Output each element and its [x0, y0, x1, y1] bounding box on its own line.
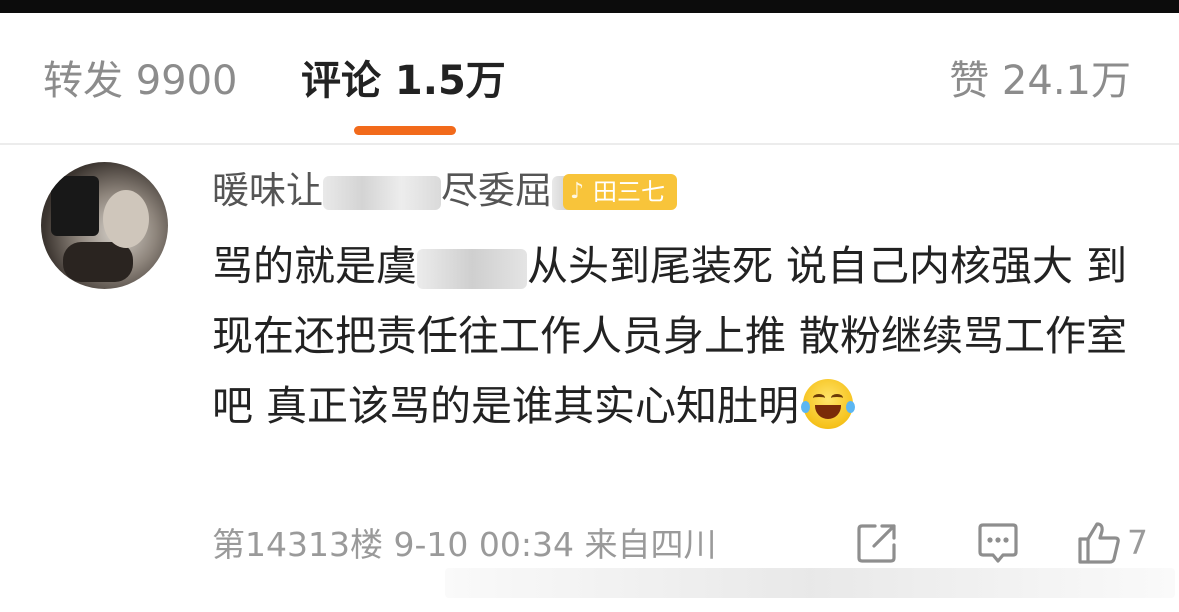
tab-repost[interactable]: 转发 9900	[43, 57, 238, 105]
comment-text-part: 骂的就是虞	[212, 242, 417, 290]
comment-text: 骂的就是虞 从头到尾装死 说自己内核强大 到现在还把责任往工作人员身上推 散粉继续…	[212, 231, 1132, 441]
tab-bar: 转发 9900 评论 1.5万 赞 24.1万	[0, 13, 1179, 143]
avatar-shape	[51, 176, 99, 236]
avatar-shape	[63, 242, 133, 282]
emoji-mouth	[815, 405, 842, 419]
badge-leaf-icon: ♪	[570, 179, 585, 204]
fan-badge-label: 田三七	[593, 178, 665, 206]
fan-badge[interactable]: ♪ 田三七	[563, 174, 677, 210]
reply-button[interactable]	[974, 519, 1024, 569]
thumbs-up-icon	[1078, 522, 1120, 564]
emoji-tear	[846, 401, 856, 413]
emoji-eye	[813, 394, 826, 402]
username-visible-part: 暖味让	[212, 169, 323, 212]
like-count: 7	[1127, 523, 1148, 562]
like-button[interactable]	[1075, 519, 1125, 569]
share-icon	[857, 524, 896, 563]
username[interactable]: 暖味让 尽委屈	[212, 169, 596, 213]
top-bezel	[0, 0, 1179, 13]
tab-comments[interactable]: 评论 1.5万	[301, 57, 506, 105]
laughing-emoji-icon	[801, 379, 856, 429]
comment-meta: 第14313楼 9-10 00:34 来自四川	[212, 525, 717, 564]
emoji-eye	[831, 394, 844, 402]
tab-likes[interactable]: 赞 24.1万	[949, 57, 1131, 105]
avatar[interactable]	[41, 162, 168, 289]
active-tab-indicator	[354, 126, 456, 135]
username-visible-part: 尽委屈	[441, 169, 552, 212]
watermark-blur	[445, 568, 1175, 598]
avatar-shape	[103, 190, 149, 248]
blurred-region	[417, 249, 527, 289]
share-button[interactable]	[853, 519, 903, 569]
comment-icon	[978, 523, 1018, 563]
comment-item: 暖味让 尽委屈 ♪ 田三七 骂的就是虞 从头到尾装死 说自己内核强大 到现在还把责任…	[0, 145, 1179, 612]
blurred-region	[323, 175, 441, 210]
emoji-tear	[801, 401, 811, 413]
